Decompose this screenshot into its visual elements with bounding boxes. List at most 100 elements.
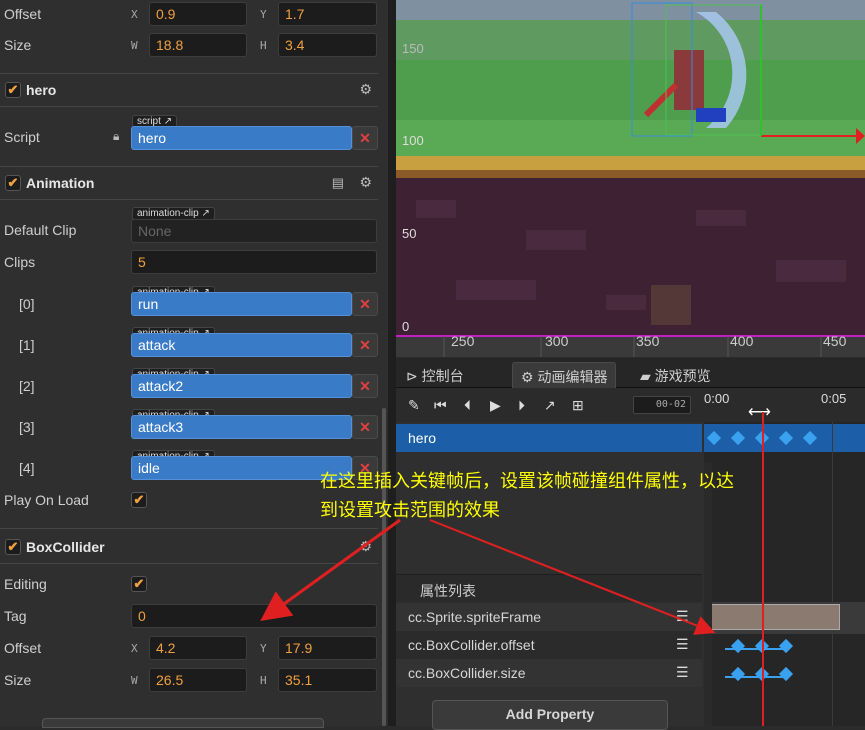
tab-animation-editor[interactable]: ⚙ 动画编辑器 (512, 362, 617, 388)
next-frame-icon[interactable]: ⏵ (518, 397, 525, 414)
sprite-frame-strip[interactable] (710, 604, 840, 630)
offset-x-axis: X (131, 8, 138, 21)
clip-row: [2]animation-clip ↗attack2✕ (0, 368, 380, 406)
boxcollider-offset-x-input[interactable]: 4.2 (149, 636, 247, 660)
boxcollider-offset-row: Offset X 4.2 Y 17.9 (0, 634, 380, 664)
scene-view[interactable]: 150 100 50 0 250 300 350 400 450 (396, 0, 865, 357)
size-label: Size (4, 672, 32, 688)
gear-icon[interactable]: ⚙ (359, 538, 372, 555)
game-preview-icon: ▰ (640, 368, 655, 384)
clip-row: [1]animation-clip ↗attack✕ (0, 327, 380, 365)
clip-field[interactable]: attack2 (131, 374, 352, 398)
frame-input[interactable]: 00-02 (633, 396, 691, 414)
clip-field[interactable]: idle (131, 456, 352, 480)
x-axis-label: 450 (823, 333, 847, 349)
annotation-line-2: 到设置攻击范围的效果 (320, 500, 500, 521)
gear-icon[interactable]: ⚙ (359, 81, 372, 98)
offset-label: Offset (4, 6, 42, 22)
clip-index: [1] (19, 337, 35, 353)
property-row[interactable]: cc.Sprite.spriteFrame ☰ (396, 603, 702, 631)
default-clip-label: Default Clip (4, 222, 77, 238)
sprite-frame-track (704, 602, 865, 634)
divider (0, 563, 378, 564)
tag-input[interactable]: 0 (131, 604, 377, 628)
keyframe[interactable] (778, 638, 794, 654)
external-link-icon[interactable]: ↗ (544, 397, 556, 414)
prev-frame-icon[interactable]: ⏴ (464, 397, 471, 414)
menu-icon[interactable]: ☰ (676, 664, 689, 681)
clip-field[interactable]: attack (131, 333, 352, 357)
remove-clip-button[interactable]: ✕ (352, 292, 378, 316)
keyframe[interactable] (730, 638, 746, 654)
animation-enabled-checkbox[interactable]: ✔ (5, 175, 21, 191)
remove-clip-button[interactable]: ✕ (352, 333, 378, 357)
annotation-text: 在这里插入关键帧后，设置该帧碰撞组件属性，以达 到设置攻击范围的效果 (320, 467, 860, 525)
boxcollider-size-w-input[interactable]: 26.5 (149, 668, 247, 692)
offset-x-input[interactable]: 0.9 (149, 2, 247, 26)
edit-icon[interactable]: ✎ (408, 397, 420, 414)
remove-clip-button[interactable]: ✕ (352, 415, 378, 439)
property-row[interactable]: cc.BoxCollider.size ☰ (396, 659, 702, 687)
editing-checkbox[interactable]: ✔ (131, 576, 147, 592)
tab-game-preview[interactable]: ▰ 游戏预览 (632, 362, 719, 388)
keyframe-link (725, 648, 789, 650)
clip-field[interactable]: attack3 (131, 415, 352, 439)
size-w-input[interactable]: 18.8 (149, 33, 247, 57)
clip-field[interactable]: run (131, 292, 352, 316)
offset-y-input[interactable]: 1.7 (278, 2, 377, 26)
collider-offset-row: Offset X 0.9 Y 1.7 (0, 0, 380, 30)
play-on-load-checkbox[interactable]: ✔ (131, 492, 147, 508)
offset-y-axis: Y (260, 642, 267, 655)
add-component-button[interactable] (42, 718, 324, 728)
y-axis-label: 100 (402, 133, 424, 148)
hero-node-row[interactable]: hero (396, 424, 702, 452)
inspector-panel: Offset X 0.9 Y 1.7 Size W 18.8 H 3.4 ✔ h… (0, 0, 388, 728)
keyframe[interactable] (778, 666, 794, 682)
lock-icon: 🔒︎ (113, 129, 120, 143)
default-clip-field[interactable]: None (131, 219, 377, 243)
hero-component-header[interactable]: ✔ hero ⚙ (0, 75, 380, 107)
size-h-input[interactable]: 3.4 (278, 33, 377, 57)
boxcollider-size-h-input[interactable]: 35.1 (278, 668, 377, 692)
boxcollider-enabled-checkbox[interactable]: ✔ (5, 539, 21, 555)
tag-label: Tag (4, 608, 27, 624)
menu-icon[interactable]: ☰ (676, 608, 689, 625)
menu-icon[interactable]: ☰ (676, 636, 689, 653)
animation-component-title: Animation (26, 175, 95, 191)
annotation-line-1: 在这里插入关键帧后，设置该帧碰撞组件属性，以达 (320, 471, 734, 492)
external-link-icon[interactable]: ↗ (201, 208, 209, 219)
tab-label: 游戏预览 (654, 368, 711, 384)
add-event-icon[interactable]: ⊞ (572, 397, 584, 414)
size-label: Size (4, 37, 32, 53)
divider (0, 199, 378, 200)
property-name: cc.BoxCollider.size (408, 665, 526, 681)
offset-x-axis: X (131, 642, 138, 655)
play-icon[interactable]: ▶ (490, 397, 501, 414)
book-icon[interactable]: ▤ (332, 175, 344, 191)
clip-index: [3] (19, 419, 35, 435)
keyframe[interactable] (730, 666, 746, 682)
boxcollider-component-header[interactable]: ✔ BoxCollider ⚙ (0, 532, 380, 564)
boxcollider-offset-y-input[interactable]: 17.9 (278, 636, 377, 660)
animation-component-header[interactable]: ✔ Animation ▤ ⚙ (0, 168, 380, 200)
script-field[interactable]: hero (131, 126, 352, 150)
clips-count-input[interactable]: 5 (131, 250, 377, 274)
clear-script-button[interactable]: ✕ (352, 126, 378, 150)
animation-editor-icon: ⚙ (521, 369, 538, 385)
playhead[interactable] (762, 412, 764, 726)
x-axis-label: 350 (636, 333, 660, 349)
offset-y-axis: Y (260, 8, 267, 21)
jump-to-start-icon[interactable]: ⏮ (434, 397, 447, 414)
y-axis-label: 50 (402, 226, 417, 241)
hero-enabled-checkbox[interactable]: ✔ (5, 82, 21, 98)
tab-console[interactable]: ⊳ 控制台 (398, 362, 472, 388)
property-list-title: 属性列表 (420, 583, 476, 599)
resize-cursor-icon: ⟷ (748, 404, 771, 421)
panel-divider[interactable] (388, 0, 396, 726)
y-axis-label: 150 (402, 41, 424, 56)
property-list-header: 属性列表 (396, 574, 702, 602)
inspector-scrollbar[interactable] (382, 408, 386, 726)
property-row[interactable]: cc.BoxCollider.offset ☰ (396, 631, 702, 659)
gear-icon[interactable]: ⚙ (359, 174, 372, 191)
remove-clip-button[interactable]: ✕ (352, 374, 378, 398)
